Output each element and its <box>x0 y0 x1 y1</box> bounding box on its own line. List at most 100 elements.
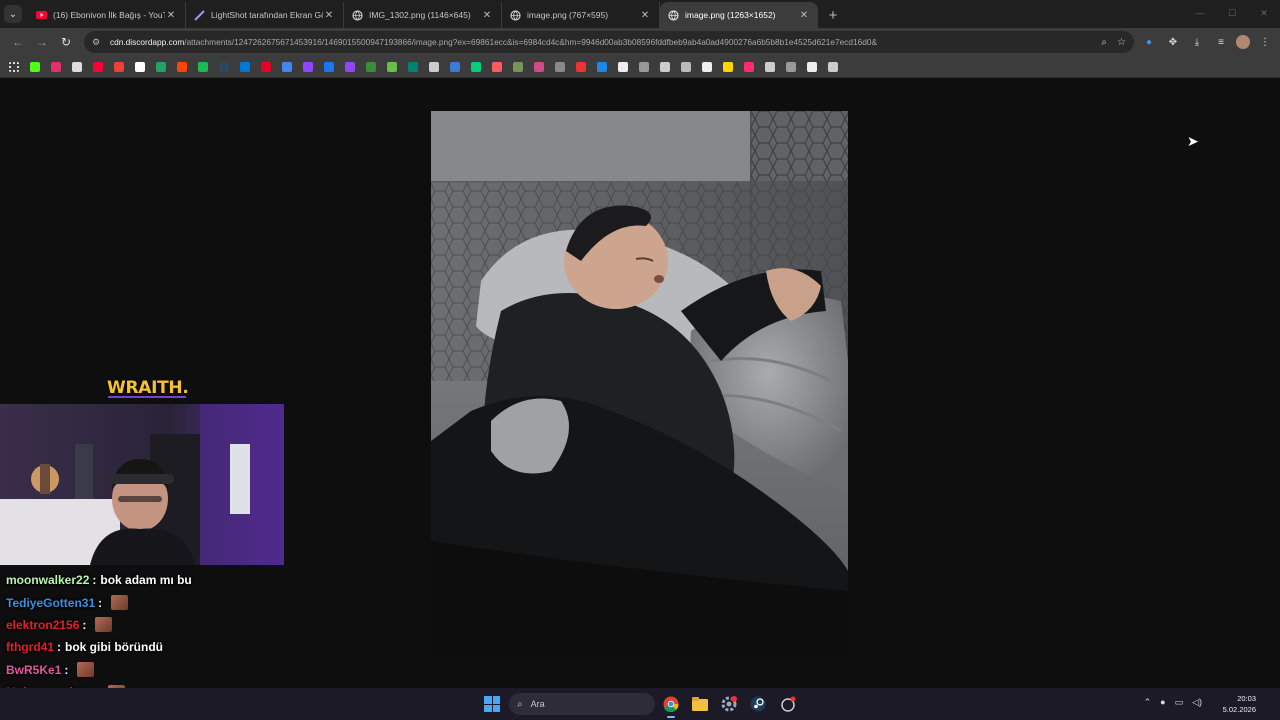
chevron-up-icon[interactable]: ⌃ <box>1144 697 1152 708</box>
chat-separator: : <box>82 617 87 632</box>
chat-separator: : <box>57 640 61 655</box>
twitch-icon[interactable] <box>342 59 358 75</box>
settings-gear-icon[interactable] <box>720 695 738 713</box>
chat-username: fthgrd41 <box>6 640 54 655</box>
menu-icon[interactable]: ⋮ <box>1256 33 1274 51</box>
tab-title: IMG_1302.png (1146×645) <box>369 10 471 20</box>
minimize-icon[interactable]: — <box>1184 0 1216 26</box>
steam-icon[interactable] <box>749 695 767 713</box>
google-icon[interactable] <box>132 59 148 75</box>
lightshot-icon <box>194 9 205 21</box>
back-icon[interactable]: ← <box>6 30 30 54</box>
tab-2[interactable]: IMG_1302.png (1146×645) ✕ <box>344 2 502 28</box>
leaf-icon[interactable] <box>384 59 400 75</box>
download-icon[interactable]: ⤓ <box>1188 33 1206 51</box>
extension-icon[interactable]: ● <box>1140 33 1158 51</box>
network-icon[interactable]: ▭ <box>1175 697 1184 708</box>
chess-icon[interactable] <box>510 59 526 75</box>
bing-icon[interactable] <box>405 59 421 75</box>
spotify-icon[interactable] <box>195 59 211 75</box>
tab-3[interactable]: image.png (767×595) ✕ <box>502 2 660 28</box>
gear-icon[interactable] <box>678 59 694 75</box>
tab-title: image.png (1263×1652) <box>685 10 776 20</box>
extensions-puzzle-icon[interactable]: ✥ <box>1164 33 1182 51</box>
tab-title: (16) Ebonivon İlk Bağış - YouTube <box>53 10 165 20</box>
apps-icon[interactable] <box>6 59 22 75</box>
bookmark-icon[interactable] <box>489 59 505 75</box>
close-icon[interactable]: ✕ <box>798 10 810 21</box>
tab-title: LightShot tarafından Ekran Gör <box>211 10 323 20</box>
taskbar-clock[interactable]: 20:03 5.02.2026 <box>1223 693 1256 715</box>
translate-icon[interactable] <box>279 59 295 75</box>
pinterest-icon[interactable] <box>258 59 274 75</box>
chart-icon[interactable] <box>573 59 589 75</box>
volume-icon[interactable]: ◁) <box>1192 697 1202 708</box>
webcam-feed <box>0 404 284 565</box>
rocket-icon[interactable] <box>762 59 778 75</box>
forward-icon[interactable] <box>426 59 442 75</box>
circle-icon[interactable] <box>720 59 736 75</box>
steam-icon[interactable] <box>216 59 232 75</box>
x-icon[interactable] <box>69 59 85 75</box>
close-icon[interactable]: ✕ <box>323 10 335 21</box>
microphone-icon[interactable]: ● <box>1160 697 1165 708</box>
reload-icon[interactable]: ↻ <box>54 30 78 54</box>
tool-icon[interactable] <box>636 59 652 75</box>
drive-icon[interactable] <box>153 59 169 75</box>
address-bar[interactable]: ⚙ cdn.discordapp.com/attachments/1247262… <box>84 31 1134 53</box>
tab-title: image.png (767×595) <box>527 10 609 20</box>
forward-icon[interactable]: → <box>30 30 54 54</box>
file-explorer-icon[interactable] <box>691 695 709 713</box>
site-info-icon[interactable]: ⚙ <box>92 37 104 48</box>
instagram-icon[interactable] <box>48 59 64 75</box>
bookmark-star-icon[interactable]: ☆ <box>1117 37 1126 48</box>
chat-message: TediyeGotten31: <box>6 591 306 613</box>
close-icon[interactable]: ✕ <box>639 10 651 21</box>
tab-search-icon[interactable]: ⌄ <box>4 5 22 23</box>
link-icon[interactable] <box>657 59 673 75</box>
tree-icon[interactable] <box>363 59 379 75</box>
photo-icon[interactable] <box>447 59 463 75</box>
chart2-icon[interactable] <box>825 59 841 75</box>
sound-icon[interactable] <box>741 59 757 75</box>
facebook-icon[interactable] <box>321 59 337 75</box>
twitch-icon[interactable] <box>300 59 316 75</box>
dash-icon[interactable] <box>552 59 568 75</box>
kickstart-icon[interactable] <box>468 59 484 75</box>
app-power-icon[interactable] <box>779 695 797 713</box>
chat-emote-icon <box>77 662 95 678</box>
window-controls: — ☐ ✕ <box>1184 0 1280 26</box>
gmail-icon[interactable] <box>111 59 127 75</box>
tab-1[interactable]: LightShot tarafından Ekran Gör ✕ <box>186 2 344 28</box>
close-icon[interactable]: ✕ <box>165 10 177 21</box>
profile-avatar-icon[interactable] <box>1236 35 1250 49</box>
taskbar-search[interactable]: ⌕ Ara <box>509 693 655 715</box>
new-tab-button[interactable]: + <box>822 4 844 26</box>
tab-4[interactable]: image.png (1263×1652) ✕ <box>660 2 818 28</box>
github-icon[interactable] <box>615 59 631 75</box>
chat-icon[interactable] <box>531 59 547 75</box>
play-icon[interactable] <box>594 59 610 75</box>
chat-emote-icon <box>95 617 113 633</box>
zoom-icon[interactable]: ⌕ <box>1101 37 1107 48</box>
kick-icon[interactable] <box>27 59 43 75</box>
chat-emote-icon <box>111 595 129 611</box>
chrome-icon[interactable] <box>662 695 680 718</box>
tab-strip: ⌄ (16) Ebonivon İlk Bağış - YouTube ✕ Li… <box>0 0 1280 28</box>
openai-icon[interactable] <box>804 59 820 75</box>
stack-icon[interactable] <box>699 59 715 75</box>
reddit-icon[interactable] <box>174 59 190 75</box>
chat-message: elektron2156: <box>6 614 306 636</box>
screen: ⌄ (16) Ebonivon İlk Bağış - YouTube ✕ Li… <box>0 0 1280 720</box>
edge-icon[interactable] <box>237 59 253 75</box>
close-icon[interactable]: ✕ <box>481 10 493 21</box>
tag-icon[interactable] <box>783 59 799 75</box>
system-tray: ⌃ ● ▭ ◁) <box>1144 697 1202 708</box>
windows-start-icon[interactable] <box>484 696 500 712</box>
tab-0[interactable]: (16) Ebonivon İlk Bağış - YouTube ✕ <box>28 2 186 28</box>
close-window-icon[interactable]: ✕ <box>1248 0 1280 26</box>
youtube-icon[interactable] <box>90 59 106 75</box>
maximize-icon[interactable]: ☐ <box>1216 0 1248 26</box>
clock-time: 20:03 <box>1237 694 1256 703</box>
tab-search-list-icon[interactable]: ≡ <box>1212 33 1230 51</box>
